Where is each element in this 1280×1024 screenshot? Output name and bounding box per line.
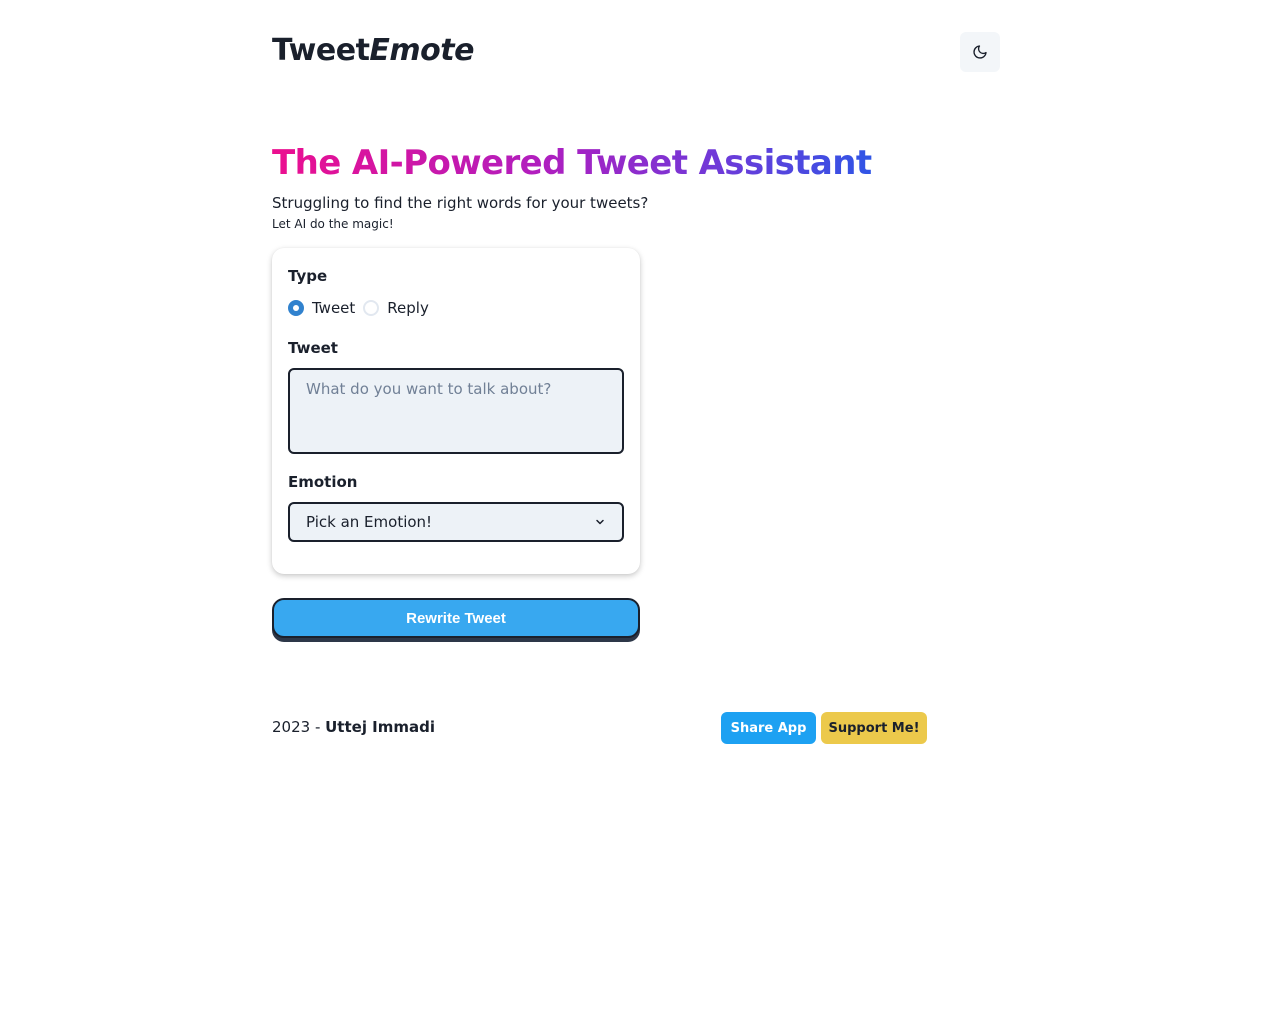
footer-year: 2023 -	[272, 718, 326, 736]
tweet-label: Tweet	[288, 339, 338, 357]
page-subtitle: Struggling to find the right words for y…	[272, 194, 649, 212]
page-title: The AI-Powered Tweet Assistant	[272, 143, 872, 183]
logo-italic: Emote	[369, 33, 474, 68]
radio-tweet[interactable]: Tweet	[288, 299, 355, 317]
page-container: TweetEmote The AI-Powered Tweet Assistan…	[272, 0, 1000, 1024]
page-tagline: Let AI do the magic!	[272, 217, 394, 231]
radio-reply-label[interactable]: Reply	[387, 299, 429, 317]
emotion-label: Emotion	[288, 473, 358, 491]
chevron-down-icon	[596, 519, 604, 525]
radio-reply[interactable]: Reply	[363, 299, 429, 317]
footer-credit: 2023 - Uttej Immadi	[272, 718, 435, 736]
radio-tweet-indicator[interactable]	[288, 300, 304, 316]
header: TweetEmote	[272, 32, 1000, 72]
type-radio-group: Tweet Reply	[288, 298, 437, 318]
type-label: Type	[288, 267, 328, 285]
app-logo: TweetEmote	[272, 33, 474, 68]
rewrite-tweet-button[interactable]: Rewrite Tweet	[272, 598, 640, 638]
tweet-form-card: Type Tweet Reply Tweet Emotion Pick an E…	[272, 248, 640, 574]
footer-author: Uttej Immadi	[325, 718, 436, 736]
emotion-select-value: Pick an Emotion!	[306, 513, 433, 531]
tweet-input[interactable]	[288, 368, 624, 454]
share-app-button[interactable]: Share App	[721, 712, 816, 744]
moon-icon	[973, 45, 987, 59]
emotion-select[interactable]: Pick an Emotion!	[288, 502, 624, 542]
radio-reply-indicator[interactable]	[363, 300, 380, 316]
theme-toggle-button[interactable]	[960, 32, 1000, 72]
radio-tweet-label[interactable]: Tweet	[312, 299, 355, 317]
logo-main: Tweet	[272, 33, 370, 68]
support-me-button[interactable]: Support Me!	[821, 712, 927, 744]
